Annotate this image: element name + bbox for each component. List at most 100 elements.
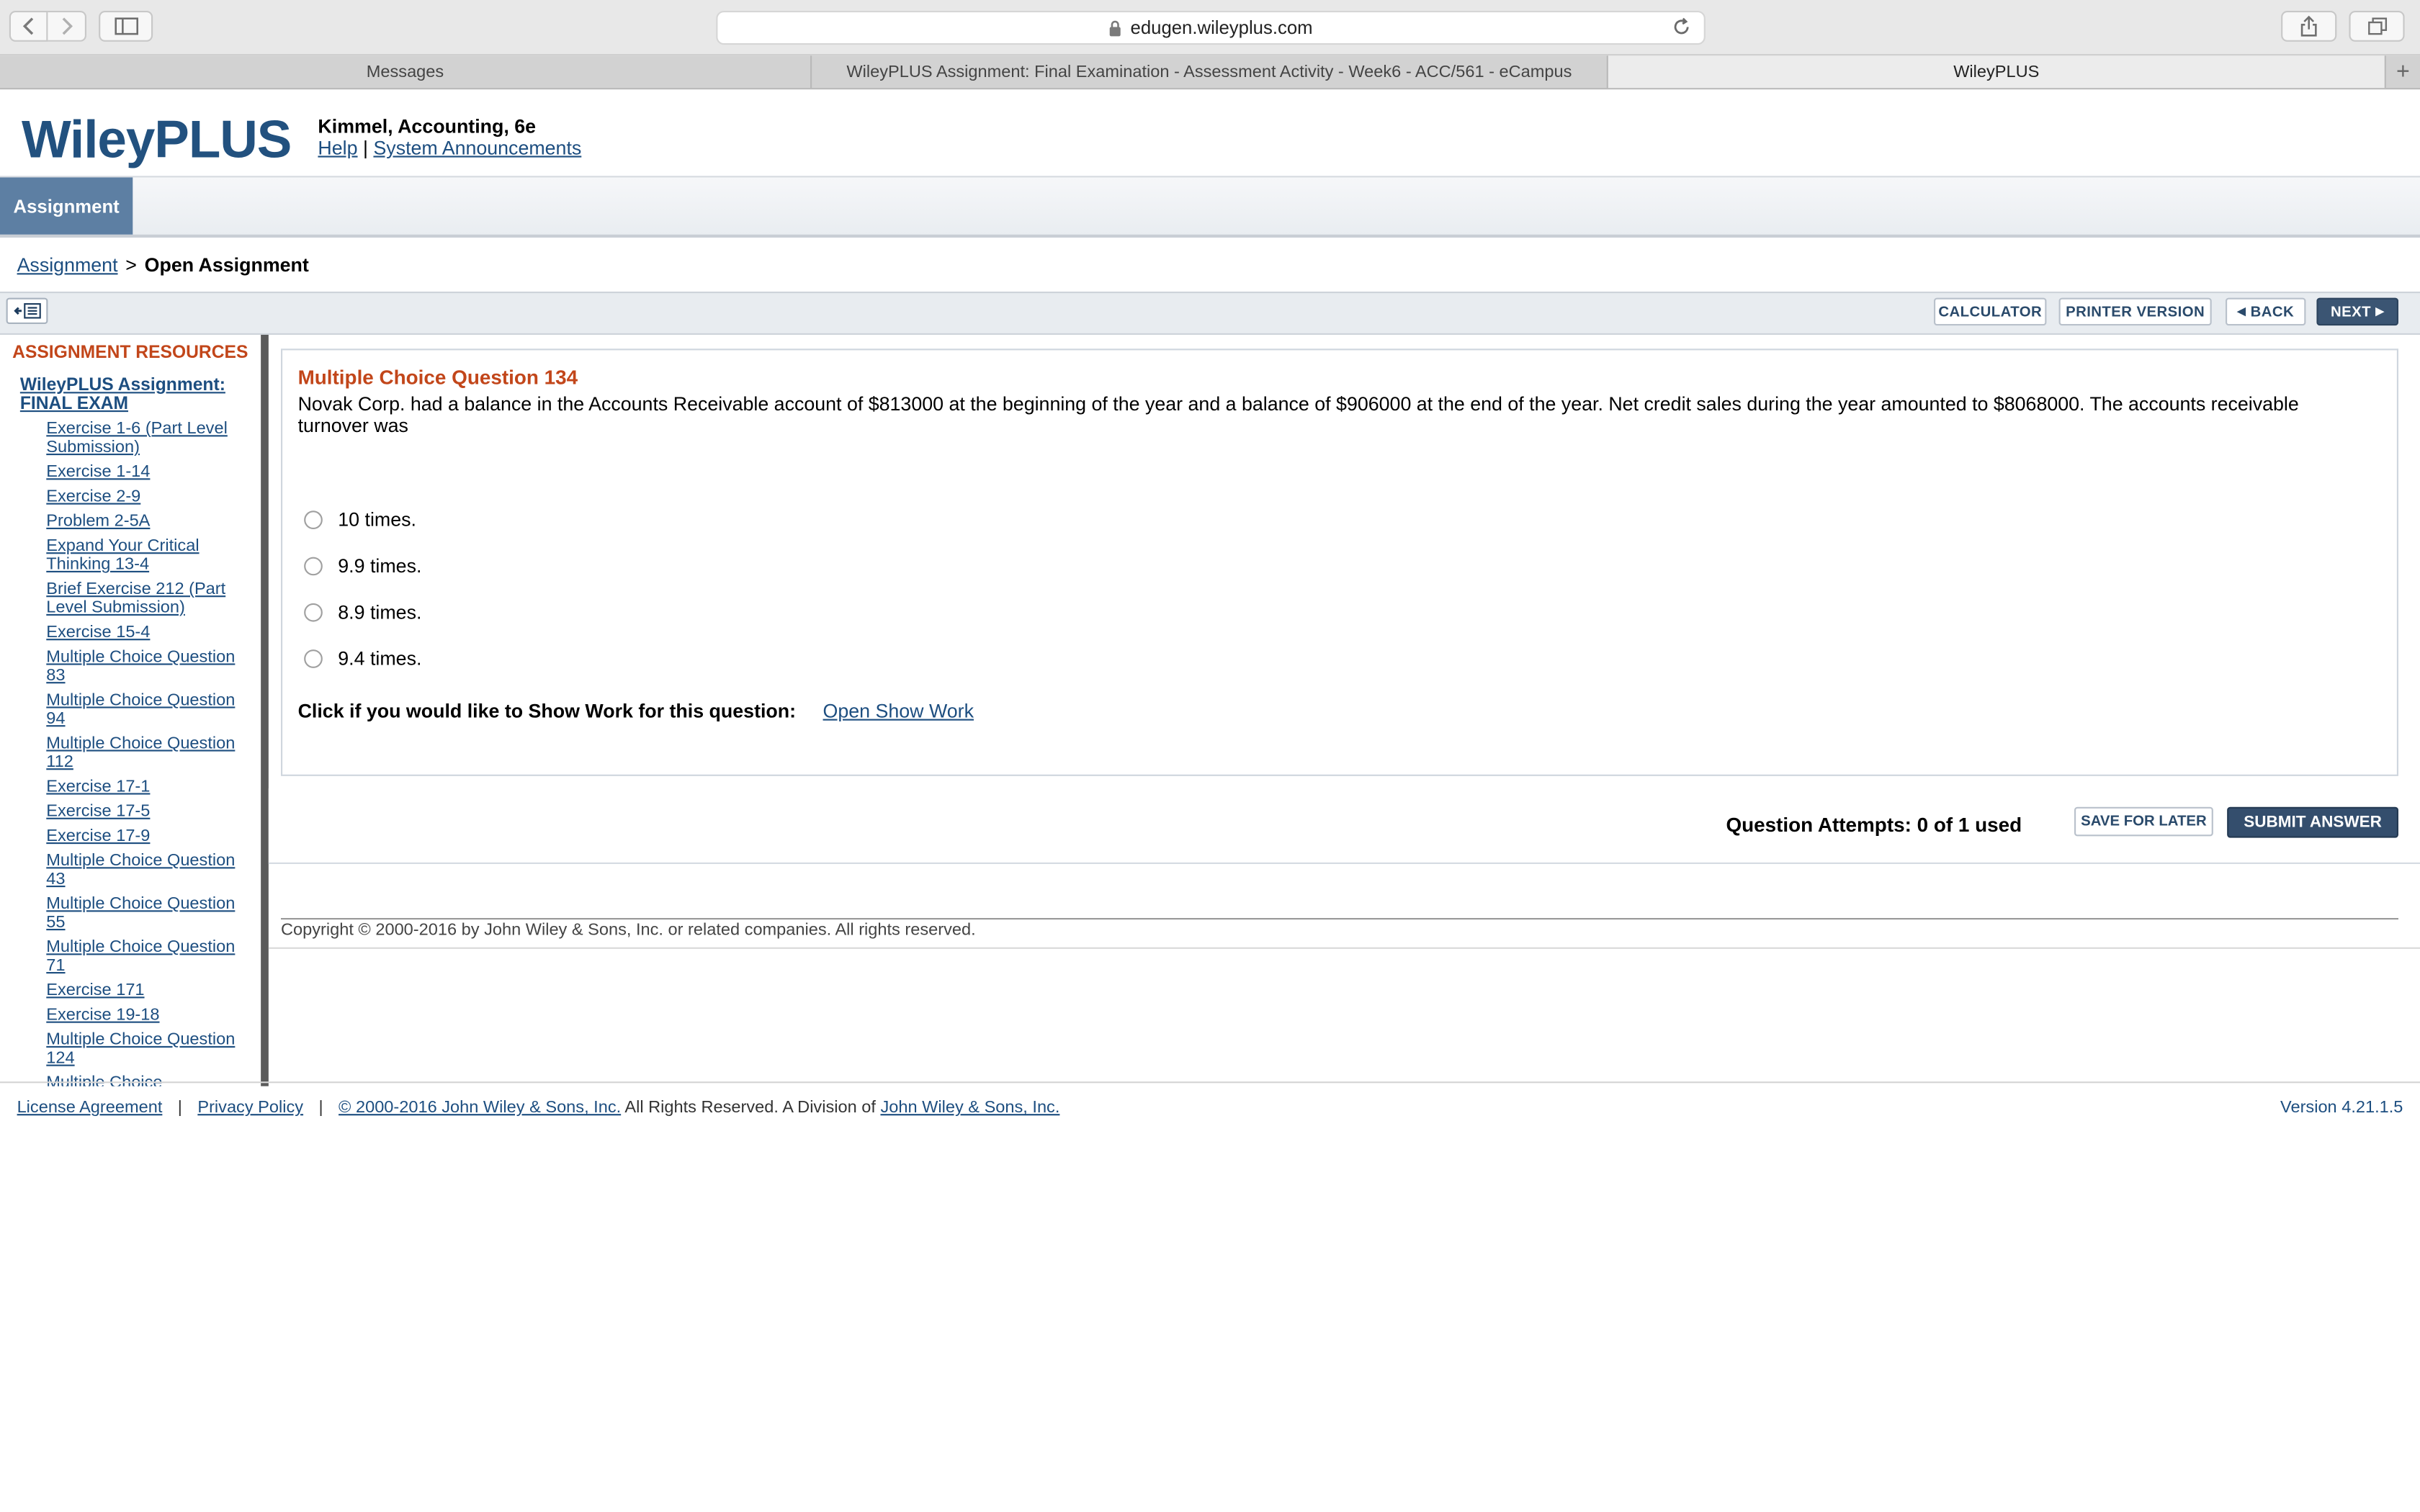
resource-list-item: Multiple Choice Question 94 [46,691,247,728]
resource-link[interactable]: Multiple Choice Question 71 [46,938,235,975]
show-tabs-button[interactable] [2349,11,2405,42]
address-bar[interactable]: edugen.wileyplus.com [716,11,1706,45]
show-work-row: Click if you would like to Show Work for… [298,701,974,722]
collapse-panel-icon [13,303,40,319]
assignment-link[interactable]: WileyPLUS Assignment: FINAL EXAM [20,377,225,413]
caret-right-icon: ▶ [2375,307,2385,318]
calculator-button[interactable]: CALCULATOR [1934,297,2047,326]
share-icon [2300,15,2317,37]
chevron-right-icon [62,17,73,35]
open-show-work-link[interactable]: Open Show Work [823,701,974,722]
resource-link[interactable]: Exercise 1-6 (Part Level Submission) [46,420,228,456]
resources-title: ASSIGNMENT RESOURCES [12,343,248,363]
question-text: Novak Corp. had a balance in the Account… [297,393,2299,437]
url-text: edugen.wileyplus.com [1130,17,1313,39]
submit-answer-button[interactable]: SUBMIT ANSWER [2227,806,2398,838]
next-button-label: NEXT [2330,303,2371,320]
resource-link[interactable]: Exercise 17-5 [46,802,150,821]
privacy-policy-link[interactable]: Privacy Policy [197,1099,303,1117]
resource-link[interactable]: Expand Your Critical Thinking 13-4 [46,537,199,574]
assignment-resources-panel[interactable]: ASSIGNMENT RESOURCES WileyPLUS Assignmen… [0,335,269,1086]
wileyplus-logo: WileyPLUS [22,111,292,170]
reload-button[interactable] [1672,17,1692,42]
new-tab-button[interactable]: + [2386,55,2420,88]
resource-list-item: Multiple Choice Question 43 [46,852,247,888]
printer-version-button[interactable]: PRINTER VERSION [2058,297,2212,326]
copyright-link[interactable]: © 2000-2016 John Wiley & Sons, Inc. [339,1099,621,1117]
resource-list-item: Exercise 1-6 (Part Level Submission) [46,420,247,456]
resource-list-item: Multiple Choice Question 112 [46,734,247,771]
resource-list-item: Exercise 17-9 [46,827,247,846]
resource-link[interactable]: Multiple Choice Question 94 [46,691,235,728]
tabs-overview-icon [2367,17,2386,35]
question-box: Multiple Choice Question 134 Novak Corp.… [281,348,2398,776]
history-nav [9,11,86,42]
resource-list: Exercise 1-6 (Part Level Submission) Exer… [0,420,261,1086]
browser-tab-bar: Messages WileyPLUS Assignment: Final Exa… [0,55,2420,90]
help-link[interactable]: Help [318,138,357,159]
browser-tab-ecampus[interactable]: WileyPLUS Assignment: Final Examination … [812,55,1608,89]
radio-button[interactable] [304,649,323,668]
resource-list-item: Exercise 19-18 [46,1006,247,1025]
plus-icon: + [2396,58,2410,85]
browser-tab-messages[interactable]: Messages [0,55,812,89]
course-info: Kimmel, Accounting, 6e Help | System Ann… [318,116,581,159]
resource-list-item: Exercise 1-14 [46,463,247,482]
resource-link[interactable]: Exercise 1-14 [46,463,150,482]
resource-link[interactable]: Problem 2-5A [46,512,150,531]
submit-row: Question Attempts: 0 of 1 used SAVE FOR … [268,788,2420,864]
answer-option[interactable]: 8.9 times. [304,602,421,624]
resource-list-item: Multiple Choice Question 124 [46,1030,247,1067]
footer-rights-text: All Rights Reserved. A Division of [621,1098,881,1117]
next-button[interactable]: NEXT ▶ [2316,297,2398,326]
system-announcements-link[interactable]: System Announcements [373,138,581,159]
resource-link[interactable]: Multiple Choice Question 124 [46,1030,235,1067]
resource-link[interactable]: Multiple Choice Question 55 [46,895,235,932]
version-label: Version 4.21.1.5 [2280,1098,2403,1117]
answer-option[interactable]: 10 times. [304,509,416,531]
chevron-left-icon [22,17,33,35]
breadcrumb-assignment-link[interactable]: Assignment [17,254,118,276]
resource-link[interactable]: Exercise 19-18 [46,1006,159,1025]
save-for-later-button[interactable]: SAVE FOR LATER [2074,806,2213,837]
answer-option-label: 9.4 times. [338,648,422,670]
back-nav-button[interactable] [9,11,48,42]
wiley-division-link[interactable]: John Wiley & Sons, Inc. [880,1099,1059,1117]
share-button[interactable] [2281,11,2337,42]
resource-link[interactable]: Brief Exercise 212 (Part Level Submissio… [46,580,225,617]
resource-link[interactable]: Multiple Choice Question 83 [46,648,235,685]
footer-separator: | [318,1098,323,1117]
license-agreement-link[interactable]: License Agreement [17,1099,163,1117]
resource-link[interactable]: Multiple Choice Question 112 [46,734,235,771]
browser-toolbar: edugen.wileyplus.com [0,0,2420,56]
back-button[interactable]: ◀ BACK [2226,297,2306,326]
tab-assignment[interactable]: Assignment [0,177,133,235]
radio-button[interactable] [304,510,323,529]
resource-link[interactable]: Exercise 17-9 [46,827,150,846]
breadcrumb-current: Open Assignment [144,253,309,276]
browser-tab-wileyplus[interactable]: WileyPLUS [1608,55,2386,89]
resource-link[interactable]: Multiple Choice Question 43 [46,852,235,888]
answer-option[interactable]: 9.4 times. [304,648,421,670]
resource-list-item: Exercise 2-9 [46,487,247,506]
breadcrumb: Assignment > Open Assignment [0,238,2420,292]
question-title: Multiple Choice Question 134 [297,365,578,389]
browser-tab-label: Messages [366,62,444,81]
collapse-panel-button[interactable] [6,297,48,324]
resource-link[interactable]: Exercise 171 [46,981,144,1000]
radio-button[interactable] [304,603,323,622]
main-nav: Assignment [0,176,2420,238]
caret-left-icon: ◀ [2237,307,2246,318]
assignment-body: ASSIGNMENT RESOURCES WileyPLUS Assignmen… [0,335,2420,1086]
forward-nav-button[interactable] [48,11,86,42]
divider [268,947,2420,949]
resource-link[interactable]: Exercise 15-4 [46,624,150,642]
answer-option[interactable]: 9.9 times. [304,555,421,577]
breadcrumb-separator: > [125,253,137,276]
question-panel: Multiple Choice Question 134 Novak Corp.… [268,335,2420,1086]
lock-icon [1110,19,1121,36]
resource-link[interactable]: Exercise 17-1 [46,778,150,796]
sidebar-toggle-button[interactable] [99,11,153,42]
radio-button[interactable] [304,557,323,576]
resource-link[interactable]: Exercise 2-9 [46,487,140,506]
